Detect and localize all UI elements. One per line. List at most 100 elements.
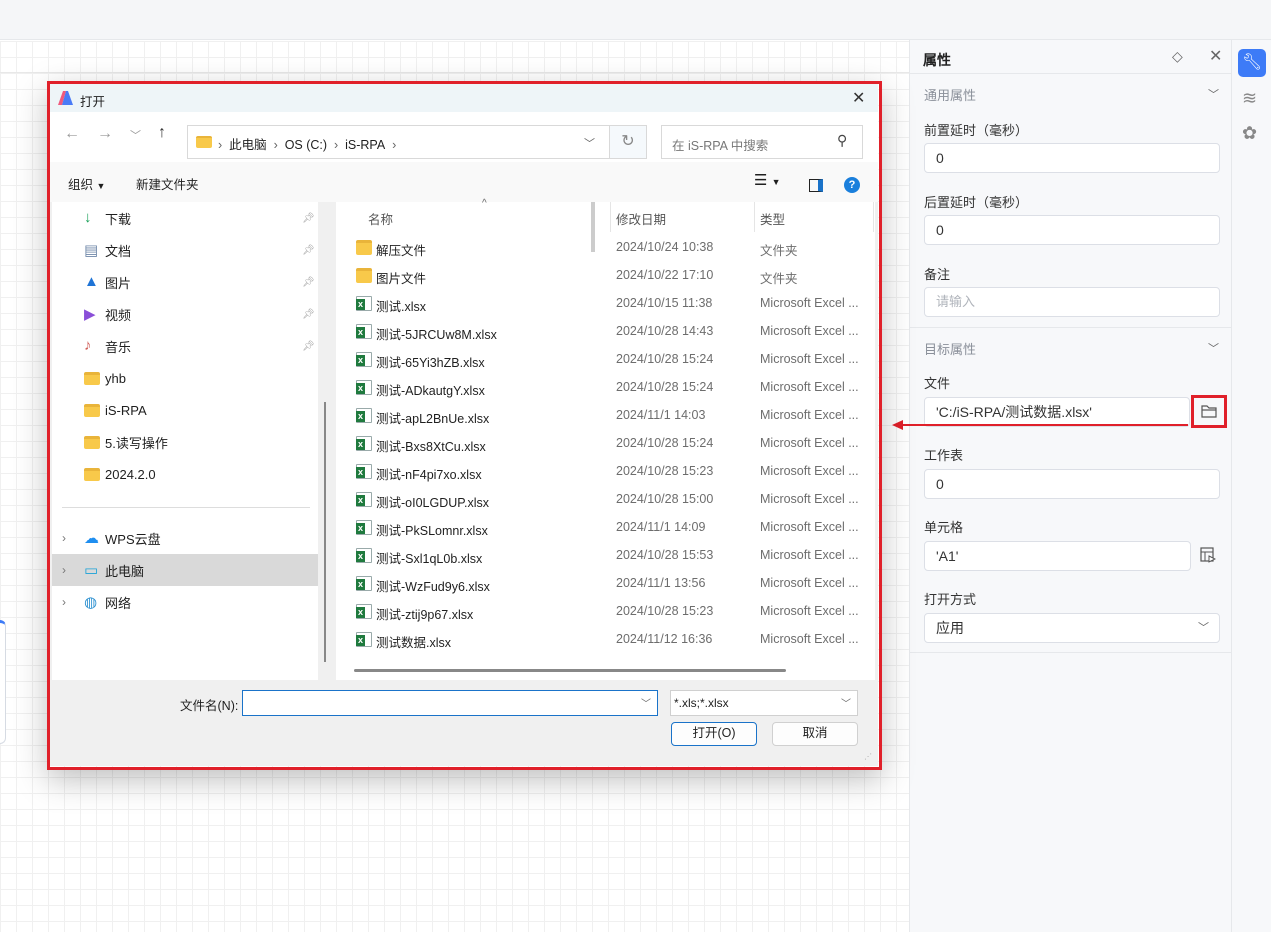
column-header-name[interactable]: 名称: [368, 209, 393, 228]
nav-item[interactable]: yhb: [52, 362, 318, 394]
wrench-icon[interactable]: 🔧︎: [1238, 49, 1266, 77]
chevron-right-icon[interactable]: ›: [62, 595, 66, 609]
file-row[interactable]: 测试-nF4pi7xo.xlsx 2024/10/28 15:23 Microsof…: [336, 458, 875, 486]
help-icon[interactable]: ?: [844, 177, 860, 193]
list-scrollbar[interactable]: [591, 202, 595, 252]
filename-input[interactable]: ﹀: [242, 690, 658, 716]
recent-dropdown-icon[interactable]: ﹀: [130, 127, 141, 143]
forward-icon[interactable]: →: [97, 125, 113, 143]
pin-icon[interactable]: 📌︎: [302, 309, 315, 320]
cancel-button[interactable]: 取消: [772, 722, 858, 746]
search-input[interactable]: 在 iS-RPA 中搜索 ⚲: [661, 125, 863, 159]
organize-button[interactable]: 组织 ▼: [68, 174, 105, 193]
sheet-input[interactable]: 0: [924, 469, 1220, 499]
close-icon[interactable]: ✕: [852, 88, 865, 108]
cell-picker-icon[interactable]: [1200, 547, 1217, 566]
file-date: 2024/11/1 14:09: [616, 520, 706, 534]
list-header: ^ 名称 修改日期 类型: [336, 198, 875, 232]
breadcrumb-item[interactable]: OS (C:): [285, 138, 327, 152]
chevron-down-icon[interactable]: ﹀: [1208, 86, 1219, 102]
nav-item[interactable]: 2024.2.0: [52, 458, 318, 490]
divider: [910, 73, 1232, 74]
resize-grip-icon[interactable]: ⋰: [864, 752, 872, 761]
refresh-icon[interactable]: ↻: [610, 125, 647, 159]
chevron-right-icon[interactable]: ›: [62, 563, 66, 577]
file-row[interactable]: 测试-65Yi3hZB.xlsx 2024/10/28 15:24 Microsof…: [336, 346, 875, 374]
layers-icon[interactable]: ≋: [1242, 88, 1257, 109]
up-icon[interactable]: ↑: [158, 124, 166, 142]
file-type: Microsoft Excel ...: [760, 548, 859, 562]
nav-scrollbar[interactable]: [318, 202, 332, 680]
file-row[interactable]: 测试-PkSLomnr.xlsx 2024/11/1 14:09 Microsoft…: [336, 514, 875, 542]
expand-collapse-icon[interactable]: ◇: [1172, 48, 1183, 65]
file-row[interactable]: 测试.xlsx 2024/10/15 11:38 Microsoft Excel .…: [336, 290, 875, 318]
nav-item[interactable]: ▤ 文档 📌︎: [52, 234, 318, 266]
folder-icon: [84, 404, 100, 417]
section-general[interactable]: 通用属性: [924, 85, 976, 104]
file-row[interactable]: 测试-5JRCUw8M.xlsx 2024/10/28 14:43 Microsof…: [336, 318, 875, 346]
file-row[interactable]: 测试-Sxl1qL0b.xlsx 2024/10/28 15:53 Microsof…: [336, 542, 875, 570]
chevron-down-icon[interactable]: ﹀: [641, 695, 651, 710]
breadcrumb-item[interactable]: iS-RPA: [345, 138, 385, 152]
file-type-select[interactable]: *.xls;*.xlsx ﹀: [670, 690, 858, 716]
file-type: Microsoft Excel ...: [760, 464, 859, 478]
view-options-icon[interactable]: ☰ ▼: [754, 171, 781, 189]
pin-icon[interactable]: 📌︎: [302, 341, 315, 352]
column-header-type[interactable]: 类型: [760, 209, 785, 228]
nav-item-label: 图片: [105, 275, 132, 291]
file-name: 测试-WzFud9y6.xlsx: [376, 580, 490, 594]
nav-item[interactable]: ♪ 音乐 📌︎: [52, 330, 318, 362]
chevron-down-icon[interactable]: ﹀: [584, 135, 595, 151]
new-folder-button[interactable]: 新建文件夹: [136, 174, 199, 193]
file-row[interactable]: 图片文件 2024/10/22 17:10 文件夹: [336, 262, 875, 290]
note-label: 备注: [924, 267, 951, 282]
file-row[interactable]: 测试-ADkautgY.xlsx 2024/10/28 15:24 Microsof…: [336, 374, 875, 402]
file-row[interactable]: 测试-apL2BnUe.xlsx 2024/11/1 14:03 Microsoft…: [336, 402, 875, 430]
file-row[interactable]: 测试-WzFud9y6.xlsx 2024/11/1 13:56 Microsoft…: [336, 570, 875, 598]
preview-pane-icon[interactable]: [809, 179, 823, 192]
workflow-node[interactable]: [0, 620, 6, 744]
sort-ascending-icon: ^: [482, 198, 487, 209]
horizontal-scrollbar[interactable]: [354, 669, 786, 672]
folder-browse-button[interactable]: [1191, 395, 1227, 428]
pre-delay-input[interactable]: 0: [924, 143, 1220, 173]
file-row[interactable]: 测试-Bxs8XtCu.xlsx 2024/10/28 15:24 Microsof…: [336, 430, 875, 458]
file-row[interactable]: 解压文件 2024/10/24 10:38 文件夹: [336, 234, 875, 262]
open-button[interactable]: 打开(O): [671, 722, 757, 746]
address-bar[interactable]: › 此电脑 › OS (C:) › iS-RPA › ﹀: [187, 125, 610, 159]
file-row[interactable]: 测试数据.xlsx 2024/11/12 16:36 Microsoft Excel…: [336, 626, 875, 654]
close-icon[interactable]: ✕: [1209, 46, 1222, 66]
back-icon[interactable]: ←: [64, 125, 80, 143]
breadcrumb-item[interactable]: 此电脑: [229, 138, 267, 152]
pictures-icon: ▲: [84, 273, 99, 290]
file-row[interactable]: 测试-ztij9p67.xlsx 2024/10/28 15:23 Microsof…: [336, 598, 875, 626]
nav-item[interactable]: ↓ 下载 📌︎: [52, 202, 318, 234]
nav-item-label: yhb: [105, 370, 126, 386]
nav-item[interactable]: iS-RPA: [52, 394, 318, 426]
video-icon: ▶: [84, 306, 96, 323]
openai-icon[interactable]: ✿: [1242, 123, 1257, 144]
folder-icon: [356, 268, 372, 283]
pin-icon[interactable]: 📌︎: [302, 213, 315, 224]
pin-icon[interactable]: 📌︎: [302, 245, 315, 256]
post-delay-input[interactable]: 0: [924, 215, 1220, 245]
pin-icon[interactable]: 📌︎: [302, 277, 315, 288]
nav-item[interactable]: 5.读写操作: [52, 426, 318, 458]
file-row[interactable]: 测试-oI0LGDUP.xlsx 2024/10/28 15:00 Microsof…: [336, 486, 875, 514]
chevron-down-icon[interactable]: ﹀: [1208, 340, 1219, 356]
nav-item[interactable]: › ☁ WPS云盘: [52, 522, 318, 554]
nav-item[interactable]: ▲ 图片 📌︎: [52, 266, 318, 298]
nav-item[interactable]: › ◍ 网络: [52, 586, 318, 618]
file-name: 测试-5JRCUw8M.xlsx: [376, 328, 497, 342]
nav-item[interactable]: › ▭ 此电脑: [52, 554, 318, 586]
note-input[interactable]: 请输入: [924, 287, 1220, 317]
open-mode-label: 打开方式: [924, 592, 977, 607]
cell-input[interactable]: 'A1': [924, 541, 1191, 571]
file-date: 2024/10/28 15:23: [616, 604, 714, 618]
column-header-date[interactable]: 修改日期: [616, 209, 666, 228]
nav-item[interactable]: ▶ 视频 📌︎: [52, 298, 318, 330]
chevron-right-icon[interactable]: ›: [62, 531, 66, 545]
file-name: 测试-ADkautgY.xlsx: [376, 384, 485, 398]
open-mode-select[interactable]: 应用 ﹀: [924, 613, 1220, 643]
section-target[interactable]: 目标属性: [924, 339, 976, 358]
